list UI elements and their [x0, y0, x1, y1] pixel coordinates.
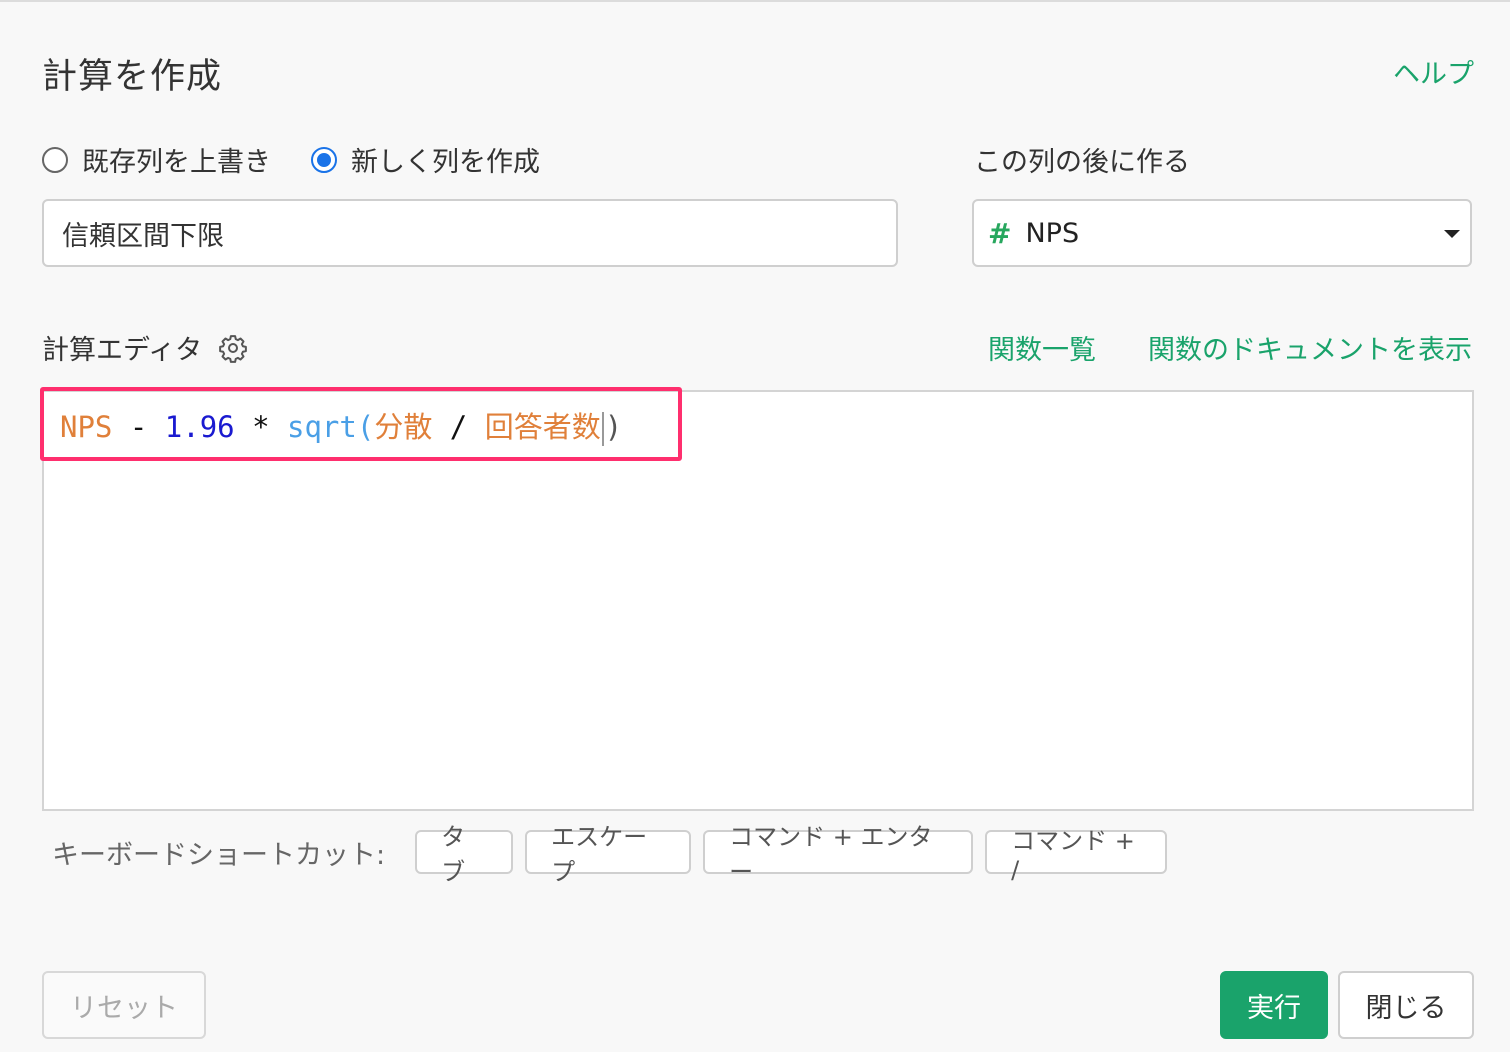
editor-label: 計算エディタ — [42, 328, 248, 367]
keyboard-shortcuts: キーボードショートカット: タブ エスケープ コマンド + エンター コマンド … — [52, 823, 1179, 886]
numeric-type-icon: # — [988, 216, 1012, 250]
expression-line[interactable]: NPS - 1.96 * sqrt(分散 / 回答者数) — [60, 404, 622, 446]
gear-icon[interactable] — [218, 333, 248, 363]
editor-label-text: 計算エディタ — [42, 335, 203, 366]
mode-radio-group: 既存列を上書き 新しく列を作成 — [42, 140, 580, 179]
function-list-link[interactable]: 関数一覧 — [988, 328, 1096, 367]
function-docs-link[interactable]: 関数のドキュメントを表示 — [1148, 328, 1472, 367]
dialog-title: 計算を作成 — [42, 57, 223, 97]
token-function-sqrt: sqrt — [287, 410, 357, 444]
close-button[interactable]: 閉じる — [1338, 971, 1474, 1039]
column-name-input[interactable]: 信頼区間下限 — [42, 199, 898, 267]
create-calculation-dialog: 計算を作成 ヘルプ 既存列を上書き 新しく列を作成 この列の後に作る 信頼区間下… — [0, 0, 1510, 1052]
text-cursor — [601, 412, 604, 446]
shortcut-cmd-enter-button[interactable]: コマンド + エンター — [703, 823, 974, 886]
radio-overwrite-label: 既存列を上書き — [82, 147, 271, 178]
token-column-variance: 分散 — [374, 410, 433, 444]
radio-checked-icon[interactable] — [311, 146, 337, 173]
run-button[interactable]: 実行 — [1220, 971, 1328, 1039]
selected-column-label: NPS — [1025, 217, 1080, 249]
token-paren-close: ) — [604, 410, 623, 444]
function-links: 関数一覧 関数のドキュメントを表示 — [936, 328, 1472, 367]
position-column-select[interactable]: # NPS — [972, 199, 1472, 267]
column-name-value: 信頼区間下限 — [62, 220, 224, 252]
token-operator-minus: - — [112, 410, 165, 444]
token-operator-multiply: * — [234, 410, 288, 444]
shortcut-escape-button[interactable]: エスケープ — [525, 823, 692, 886]
chevron-down-icon[interactable] — [1444, 230, 1460, 238]
radio-icon[interactable] — [42, 146, 68, 173]
radio-create-label: 新しく列を作成 — [351, 147, 540, 178]
shortcuts-label: キーボードショートカット: — [52, 839, 386, 871]
position-label: この列の後に作る — [974, 147, 1190, 178]
shortcut-tab-button[interactable]: タブ — [415, 823, 514, 886]
token-paren-open: ( — [356, 410, 375, 444]
token-column-nps: NPS — [60, 410, 113, 444]
token-operator-divide: / — [432, 410, 485, 444]
calculation-editor[interactable]: NPS - 1.96 * sqrt(分散 / 回答者数) — [42, 390, 1474, 811]
token-column-respondents: 回答者数 — [484, 410, 601, 444]
token-number: 1.96 — [164, 410, 235, 444]
radio-overwrite-column[interactable]: 既存列を上書き — [42, 140, 271, 179]
reset-button[interactable]: リセット — [42, 971, 206, 1039]
radio-create-new-column[interactable]: 新しく列を作成 — [311, 140, 540, 179]
shortcut-cmd-slash-button[interactable]: コマンド + / — [985, 827, 1168, 884]
help-link[interactable]: ヘルプ — [1393, 52, 1474, 91]
